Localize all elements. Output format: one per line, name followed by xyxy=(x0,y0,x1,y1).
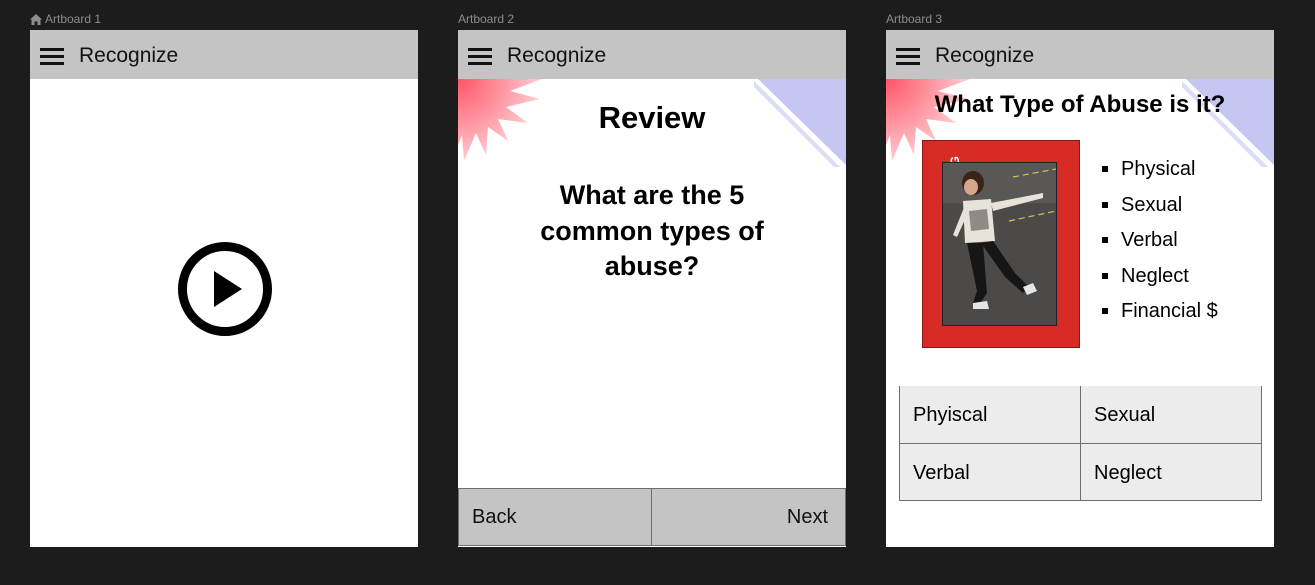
list-item: Financial $ xyxy=(1102,300,1218,336)
next-button-label: Next xyxy=(786,506,828,528)
app-title: Recognize xyxy=(507,44,607,67)
list-item: Neglect xyxy=(1102,265,1218,301)
app-header: Recognize xyxy=(886,30,1274,79)
abuse-type-list: Physical Sexual Verbal Neglect Financial… xyxy=(1102,158,1218,336)
app-header: Recognize xyxy=(458,30,846,79)
next-button[interactable]: Next xyxy=(651,488,846,546)
artboard-2: Recognize Review What are the 5 common t… xyxy=(458,30,846,547)
artboard-1: Recognize xyxy=(30,30,418,547)
answer-option-neglect[interactable]: Neglect xyxy=(1080,443,1262,501)
quiz-heading: What Type of Abuse is it? xyxy=(934,91,1226,118)
review-question: What are the 5 common types of abuse? xyxy=(540,180,764,281)
answer-option-sexual[interactable]: Sexual xyxy=(1080,386,1262,444)
artboard-3-label: Artboard 3 xyxy=(886,12,942,26)
artboard-3: Recognize What Type of Abuse is it? KICK… xyxy=(886,30,1274,547)
app-title: Recognize xyxy=(935,44,1035,67)
artboard-label-text: Artboard 1 xyxy=(45,12,102,26)
list-item: Physical xyxy=(1102,158,1218,194)
artboard-1-label: Artboard 1 xyxy=(30,12,101,26)
play-button[interactable] xyxy=(177,241,273,337)
bullet-icon xyxy=(1102,308,1108,315)
review-heading: Review xyxy=(598,100,706,135)
answer-option-physical[interactable]: Phyiscal xyxy=(899,386,1081,444)
app-title: Recognize xyxy=(79,44,179,67)
list-item: Verbal xyxy=(1102,229,1218,265)
answer-option-verbal[interactable]: Verbal xyxy=(899,443,1081,501)
back-button[interactable]: Back xyxy=(458,488,652,546)
bullet-icon xyxy=(1102,201,1108,208)
hamburger-menu-icon[interactable] xyxy=(40,48,64,65)
play-circle-icon xyxy=(178,242,272,336)
card-photo xyxy=(942,162,1057,326)
hamburger-menu-icon[interactable] xyxy=(896,48,920,65)
back-button-label: Back xyxy=(472,506,517,528)
answer-grid: Phyiscal Sexual Verbal Neglect xyxy=(899,386,1262,502)
abuse-card: KICKING xyxy=(922,140,1080,348)
hamburger-menu-icon[interactable] xyxy=(468,48,492,65)
list-item: Sexual xyxy=(1102,194,1218,230)
artboard-label-text: Artboard 3 xyxy=(886,12,943,26)
bullet-icon xyxy=(1102,272,1108,279)
home-icon xyxy=(30,13,42,25)
artboard-label-text: Artboard 2 xyxy=(458,12,515,26)
bullet-icon xyxy=(1102,237,1108,244)
app-header: Recognize xyxy=(30,30,418,79)
bullet-icon xyxy=(1102,166,1108,172)
artboard-2-label: Artboard 2 xyxy=(458,12,514,26)
